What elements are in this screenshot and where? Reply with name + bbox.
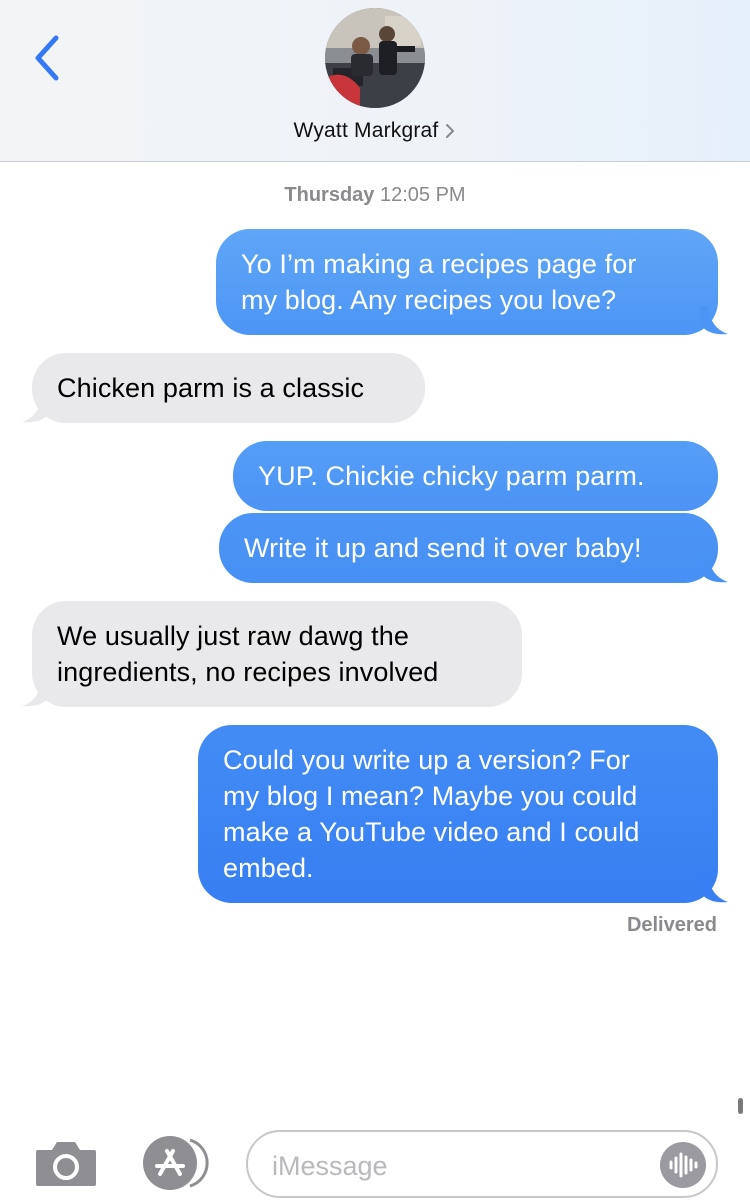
avatar-photo bbox=[325, 8, 425, 108]
timestamp-day: Thursday bbox=[284, 184, 375, 206]
message-bubble-outgoing[interactable]: YUP. Chickie chicky parm parm. bbox=[233, 441, 718, 511]
message-bubble-outgoing[interactable]: Could you write up a version? For my blo… bbox=[198, 725, 718, 903]
bubble-tail bbox=[22, 678, 50, 707]
back-button[interactable] bbox=[26, 32, 70, 84]
chevron-left-icon bbox=[35, 35, 59, 81]
delivery-status: Delivered bbox=[626, 914, 717, 936]
thread-timestamp: Thursday 12:05 PM bbox=[0, 184, 750, 207]
chevron-right-icon bbox=[446, 124, 455, 138]
message-bubble-outgoing[interactable]: Write it up and send it over baby! bbox=[219, 513, 718, 583]
bubble-tail bbox=[22, 394, 50, 423]
message-bubble-incoming[interactable]: We usually just raw dawg the ingredients… bbox=[32, 601, 522, 707]
conversation-header: Wyatt Markgraf bbox=[0, 0, 750, 162]
camera-button[interactable] bbox=[34, 1138, 98, 1188]
bubble-tail bbox=[700, 554, 728, 583]
app-store-button[interactable] bbox=[140, 1134, 212, 1192]
message-input-container[interactable] bbox=[246, 1130, 718, 1198]
message-input[interactable] bbox=[272, 1146, 632, 1186]
audio-waveform-icon bbox=[669, 1152, 698, 1178]
camera-icon bbox=[36, 1142, 96, 1186]
bubble-tail bbox=[700, 306, 728, 335]
audio-message-button[interactable] bbox=[660, 1142, 706, 1188]
message-bubble-outgoing[interactable]: Yo I’m making a recipes page for my blog… bbox=[216, 229, 718, 335]
scrollbar[interactable] bbox=[738, 1098, 743, 1114]
timestamp-time: 12:05 PM bbox=[379, 184, 466, 206]
contact-name: Wyatt Markgraf bbox=[293, 119, 439, 142]
contact-avatar[interactable] bbox=[325, 8, 425, 108]
app-store-icon bbox=[143, 1136, 209, 1190]
bubble-tail bbox=[700, 874, 728, 903]
messages-screen: Wyatt Markgraf Thursday 12:05 PM Yo I’m … bbox=[0, 0, 750, 1201]
contact-name-button[interactable]: Wyatt Markgraf bbox=[0, 116, 750, 146]
message-bubble-incoming[interactable]: Chicken parm is a classic bbox=[32, 353, 425, 423]
